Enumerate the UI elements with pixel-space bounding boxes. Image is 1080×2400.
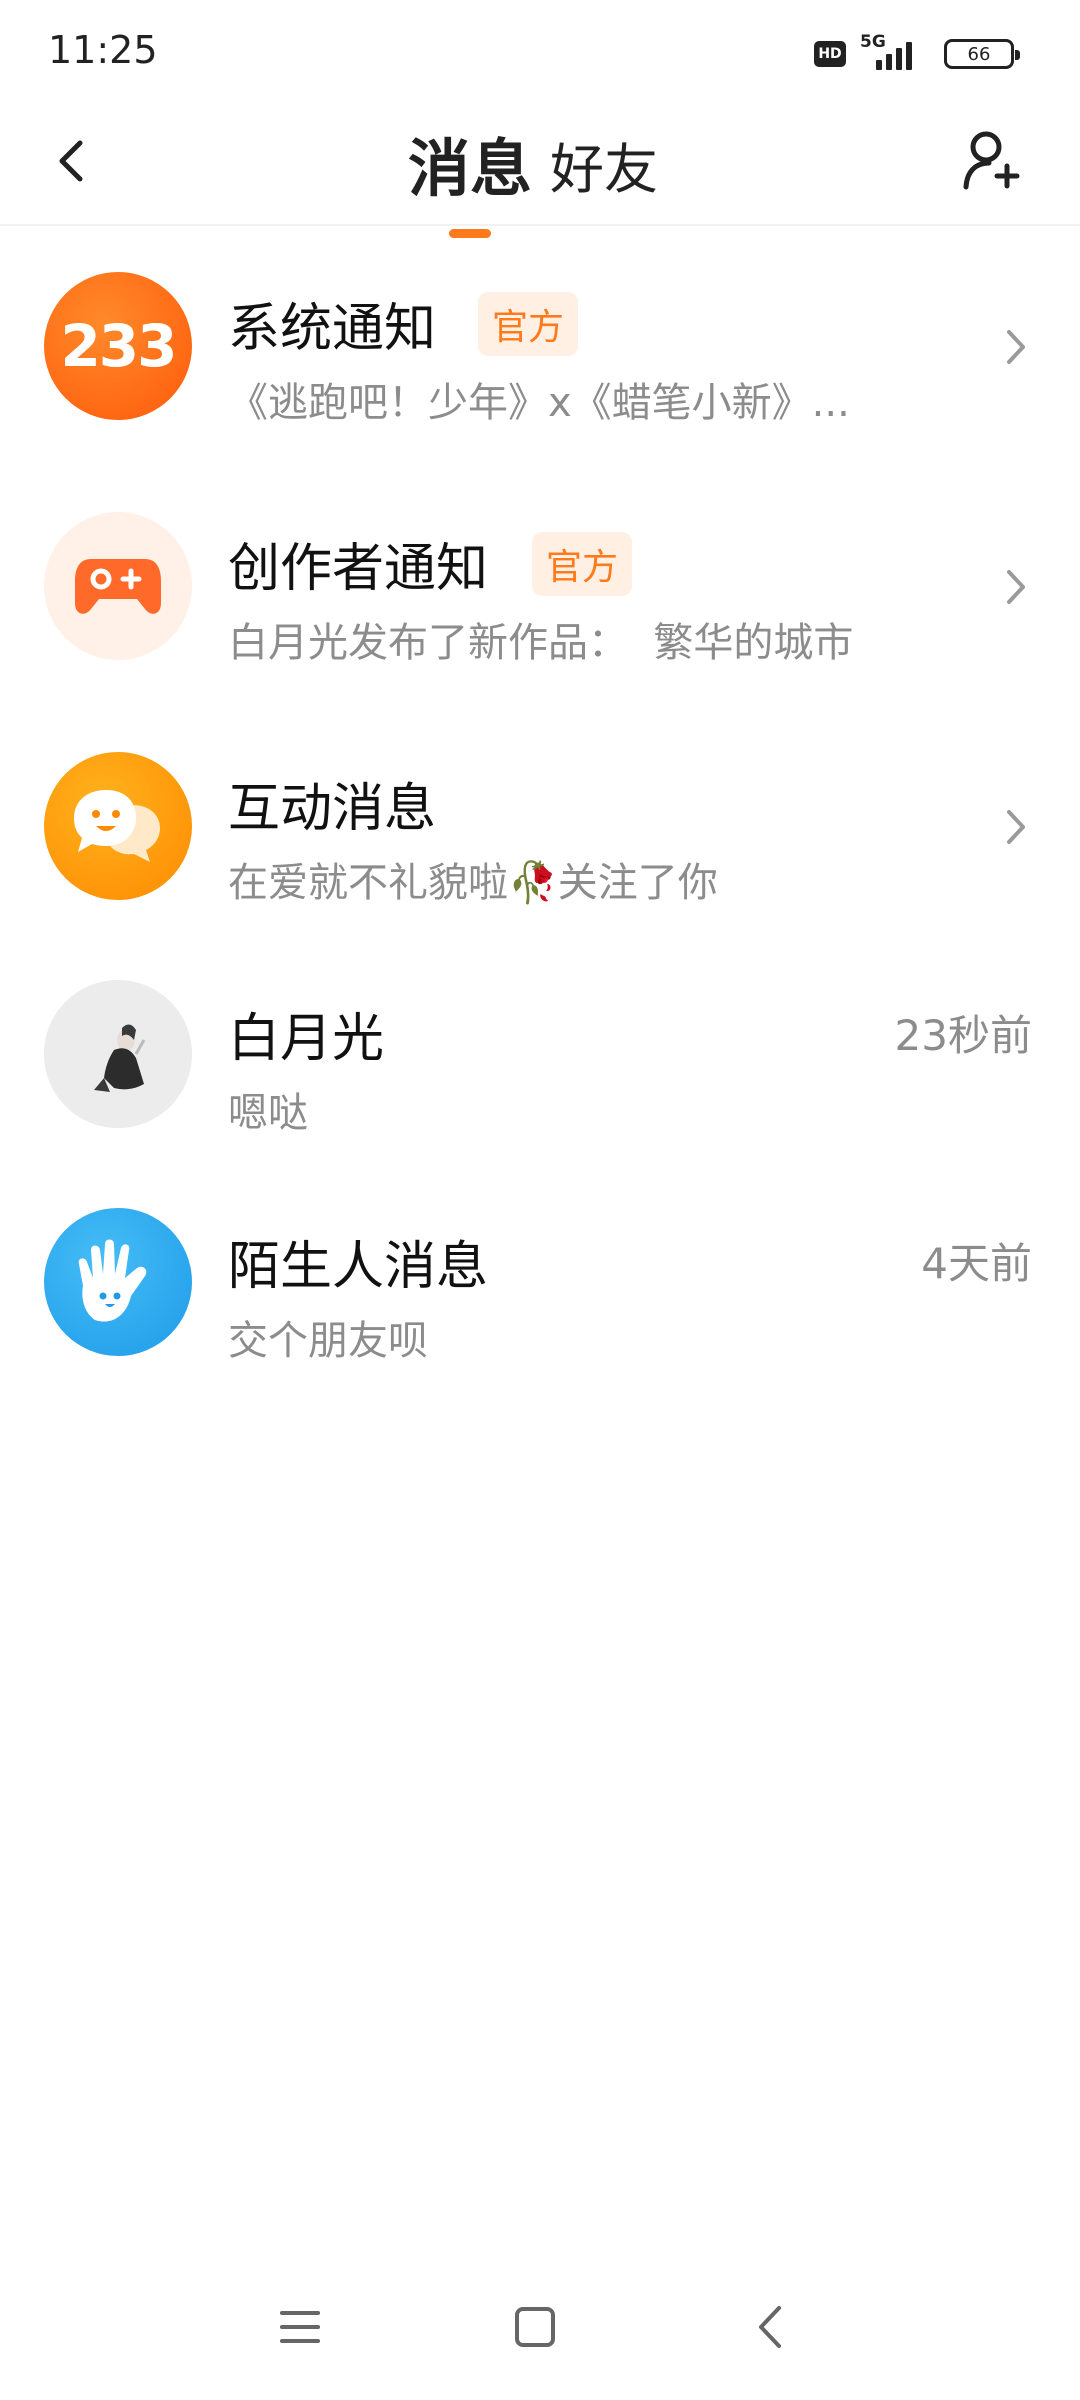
tab-bar: 消息 好友: [408, 118, 658, 238]
item-title: 互动消息: [228, 779, 437, 839]
battery-level: 66: [967, 43, 991, 65]
status-icons: HD 5G 66: [814, 32, 1020, 74]
list-item-stranger-messages[interactable]: 陌生人消息 4天前 交个朋友呗: [0, 1162, 1080, 1382]
item-subtitle: 白月光发布了新作品： 繁华的城市: [228, 620, 854, 666]
add-friend-button[interactable]: [956, 124, 1026, 196]
item-title: 陌生人消息: [228, 1237, 489, 1297]
home-button[interactable]: [495, 2292, 575, 2362]
nav-back-icon: [759, 2306, 781, 2348]
list-item-interaction[interactable]: 互动消息 在爱就不礼貌啦🥀关注了你: [0, 706, 1080, 926]
nav-back-button[interactable]: [730, 2292, 810, 2362]
chat-bubble-smile-icon: [44, 752, 192, 900]
status-time: 11:25: [48, 28, 158, 72]
official-badge: 官方: [478, 292, 579, 356]
chevron-right-icon: [998, 322, 1034, 372]
system-nav-bar: [0, 2270, 1080, 2400]
tab-messages-label: 消息: [408, 132, 533, 205]
tab-messages[interactable]: 消息: [408, 118, 533, 238]
list-item-creator-notice[interactable]: 创作者通知 官方 白月光发布了新作品： 繁华的城市: [0, 466, 1080, 686]
list-item-system-notice[interactable]: 233 系统通知 官方 《逃跑吧！少年》x《蜡笔小新》...: [0, 226, 1080, 446]
back-button[interactable]: [40, 126, 100, 196]
waving-hand-icon: [44, 1208, 192, 1356]
item-subtitle: 交个朋友呗: [228, 1318, 428, 1364]
message-time: 4天前: [921, 1239, 1032, 1288]
item-title: 创作者通知: [228, 539, 489, 599]
gamepad-icon: [44, 512, 192, 660]
logo-233-icon: 233: [44, 272, 192, 420]
message-time: 23秒前: [894, 1011, 1032, 1060]
home-square-icon: [515, 2307, 555, 2347]
header: 消息 好友: [0, 104, 1080, 238]
chevron-right-icon: [998, 562, 1034, 612]
back-arrow-icon: [59, 140, 83, 182]
menu-icon: [280, 2311, 320, 2343]
item-subtitle: 《逃跑吧！少年》x《蜡笔小新》...: [228, 380, 850, 426]
item-title: 白月光: [228, 1009, 385, 1069]
item-title: 系统通知: [228, 299, 437, 359]
avatar-text: 233: [60, 312, 177, 380]
hd-icon: HD: [814, 41, 846, 67]
menu-button[interactable]: [260, 2292, 340, 2362]
battery-icon: 66: [944, 39, 1020, 69]
status-bar: 11:25 HD 5G 66: [0, 0, 1080, 104]
user-photo-icon: [44, 980, 192, 1128]
item-subtitle: 嗯哒: [228, 1090, 308, 1136]
item-subtitle: 在爱就不礼貌啦🥀关注了你: [228, 860, 718, 906]
official-badge: 官方: [532, 532, 633, 596]
tab-friends[interactable]: 好友: [550, 125, 658, 208]
chevron-right-icon: [998, 802, 1034, 852]
signal-icon: 5G: [860, 32, 930, 72]
list-item-chat[interactable]: 白月光 23秒前 嗯哒: [0, 934, 1080, 1154]
tab-friends-label: 好友: [550, 138, 659, 201]
add-user-icon: [963, 131, 1020, 190]
